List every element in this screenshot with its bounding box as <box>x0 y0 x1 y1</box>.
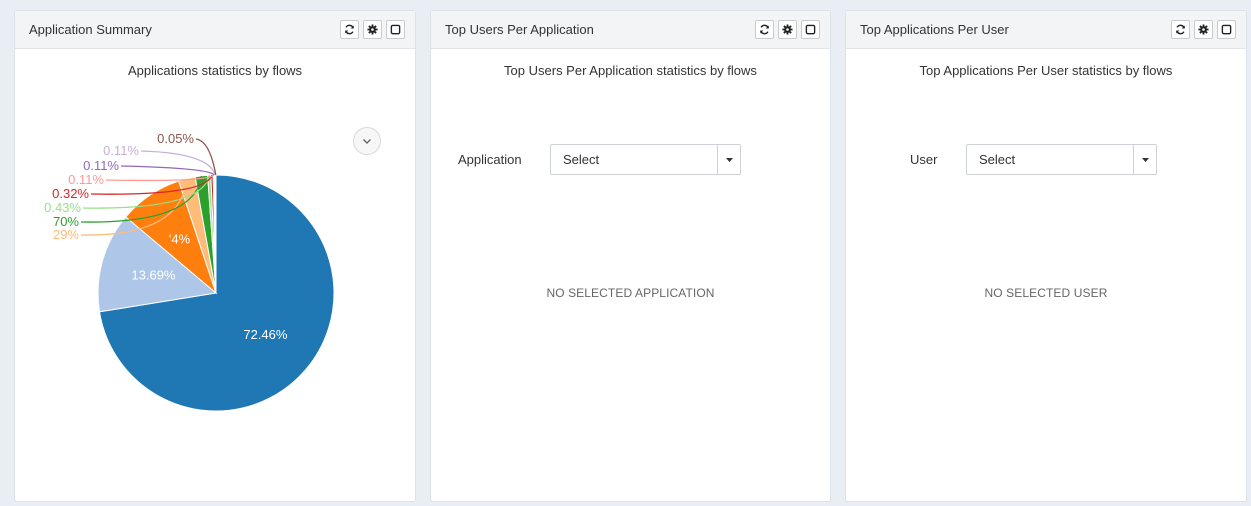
pie-chart: 72.46%13.69%'4%29%70%0.43%0.32%0.11%0.11… <box>44 131 335 412</box>
chart-menu-button[interactable] <box>353 127 381 155</box>
select-value: Select <box>979 152 1016 167</box>
panel-title: Top Applications Per User <box>860 22 1009 37</box>
user-select[interactable]: Select <box>966 144 1157 175</box>
refresh-button[interactable] <box>755 20 774 39</box>
slice-label: 70% <box>53 214 79 229</box>
slice-label: '4% <box>169 231 191 246</box>
slice-label: 0.11% <box>83 158 119 173</box>
top-applications-per-user-panel: Top Applications Per User Top Applicatio… <box>845 10 1247 502</box>
empty-state-message: NO SELECTED APPLICATION <box>546 286 715 300</box>
maximize-icon <box>805 24 816 35</box>
refresh-button[interactable] <box>1171 20 1190 39</box>
refresh-icon <box>760 24 769 35</box>
settings-button[interactable] <box>778 20 797 39</box>
panel-header-buttons <box>755 20 820 39</box>
panel-header-buttons <box>340 20 405 39</box>
gear-icon <box>782 24 793 35</box>
select-value: Select <box>563 152 600 167</box>
panel-header: Application Summary <box>15 11 415 49</box>
panel-header: Top Users Per Application <box>431 11 830 49</box>
application-summary-panel: Application Summary Applications statist… <box>14 10 416 502</box>
slice-label: 0.11% <box>103 143 139 158</box>
application-select[interactable]: Select <box>550 144 741 175</box>
panel-title: Top Users Per Application <box>445 22 594 37</box>
caret-down-icon <box>717 145 740 174</box>
slice-label: 72.46% <box>243 327 288 342</box>
slice-label: 0.11% <box>68 172 104 187</box>
application-label: Application <box>458 152 522 167</box>
panel-header: Top Applications Per User <box>846 11 1246 49</box>
maximize-button[interactable] <box>801 20 820 39</box>
connector-line <box>120 165 215 176</box>
user-label: User <box>910 152 938 167</box>
top-users-per-application-panel: Top Users Per Application Top Users Per … <box>430 10 831 502</box>
refresh-icon <box>345 24 354 35</box>
chevron-down-icon <box>363 138 371 144</box>
maximize-icon <box>390 24 401 35</box>
maximize-icon <box>1221 24 1232 35</box>
caret-down-icon <box>1133 145 1156 174</box>
slice-label: 13.69% <box>131 268 176 283</box>
slice-label: 29% <box>53 227 79 242</box>
refresh-button[interactable] <box>340 20 359 39</box>
user-filter: User Select <box>910 144 1157 175</box>
maximize-button[interactable] <box>1217 20 1236 39</box>
refresh-icon <box>1176 24 1185 35</box>
gear-icon <box>1198 24 1209 35</box>
settings-button[interactable] <box>363 20 382 39</box>
panel-title: Application Summary <box>29 22 152 37</box>
gear-icon <box>367 24 378 35</box>
maximize-button[interactable] <box>386 20 405 39</box>
panel-header-buttons <box>1171 20 1236 39</box>
empty-state-message: NO SELECTED USER <box>984 286 1108 300</box>
slice-label: 0.32% <box>52 186 89 201</box>
chart-title: Top Applications Per User statistics by … <box>919 63 1173 78</box>
application-filter: Application Select <box>458 144 741 175</box>
chart-title: Top Users Per Application statistics by … <box>504 63 757 78</box>
settings-button[interactable] <box>1194 20 1213 39</box>
slice-label: 0.43% <box>44 200 81 215</box>
chart-title: Applications statistics by flows <box>127 63 303 78</box>
slice-label: 0.05% <box>157 131 194 146</box>
